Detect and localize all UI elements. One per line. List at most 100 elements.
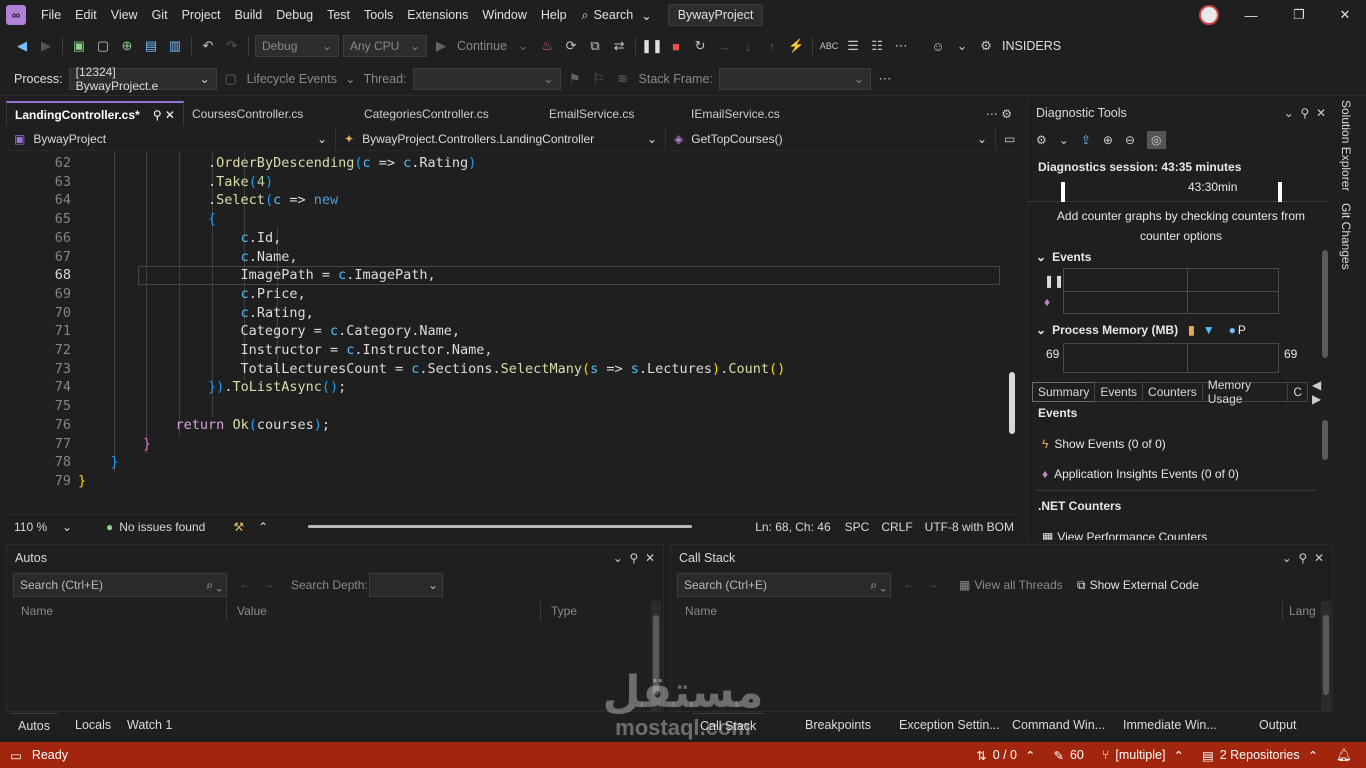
autos-col-type[interactable]: Type (541, 601, 651, 621)
new-project-icon[interactable]: ▣ (68, 35, 90, 57)
member-dropdown[interactable]: ◈ GetTopCourses() ⌄ (666, 127, 996, 150)
issues-indicator[interactable]: ● No issues found (106, 520, 205, 534)
show-external-code-button[interactable]: ⧉ Show External Code (1077, 578, 1199, 593)
menu-extensions[interactable]: Extensions (400, 0, 475, 30)
chevron-up-icon[interactable]: ⌃ (1025, 748, 1035, 763)
more-icon[interactable]: ⋯ (874, 68, 896, 90)
bottom-tab-autos[interactable]: Autos (10, 713, 58, 737)
notifications-icon[interactable]: 🔔︎ (1336, 748, 1352, 763)
gear-icon[interactable]: ⚙ (1036, 133, 1047, 147)
stack-frame-dropdown[interactable]: ⌄ (718, 67, 871, 90)
undo-icon[interactable]: ↶ (197, 35, 219, 57)
search-forward-icon[interactable]: → (263, 577, 275, 591)
scroll-thumb[interactable] (1323, 615, 1329, 695)
forward-icon[interactable]: ▶ (35, 35, 57, 57)
project-name-badge[interactable]: BywayProject (667, 4, 764, 26)
copilot-icon[interactable]: ☺ (927, 35, 949, 57)
whitespace-mode[interactable]: SPC (839, 520, 876, 534)
play-icon[interactable]: ▶ (430, 35, 452, 57)
search-menu[interactable]: ⌕ Search ⌄ (574, 8, 660, 23)
restart-icon[interactable]: ↻ (689, 35, 711, 57)
scroll-thumb[interactable] (653, 615, 659, 695)
menu-test[interactable]: Test (320, 0, 357, 30)
redo-icon[interactable]: ↷ (221, 35, 243, 57)
refresh-icon[interactable]: ⟳ (560, 35, 582, 57)
add-item-icon[interactable]: ⊕ (116, 35, 138, 57)
menu-help[interactable]: Help (534, 0, 574, 30)
new-file-icon[interactable]: ▢ (92, 35, 114, 57)
bottom-tab-output[interactable]: Output (1251, 713, 1305, 737)
repositories-count[interactable]: 2 Repositories (1220, 748, 1300, 762)
tab-iemail-service[interactable]: IEmailService.cs (683, 101, 823, 126)
bottom-tab-exception-settings[interactable]: Exception Settin... (891, 713, 1008, 737)
panel-controls-icon[interactable]: ⌄ ⚲ ✕ (613, 551, 655, 565)
broom-icon[interactable]: ⚒ (233, 520, 244, 534)
show-threads-icon[interactable]: ≋ (612, 68, 634, 90)
call-stack-col-name[interactable]: Name (675, 601, 1283, 621)
search-forward-icon[interactable]: → (927, 577, 939, 591)
bottom-tab-immediate-window[interactable]: Immediate Win... (1115, 713, 1225, 737)
flag-icon[interactable]: ⚑ (564, 68, 586, 90)
app-insights-link[interactable]: ♦ Application Insights Events (0 of 0) (1042, 467, 1239, 481)
menu-file[interactable]: File (34, 0, 68, 30)
chevron-up-icon[interactable]: ⌃ (1308, 748, 1318, 763)
lifecycle-icon[interactable]: ▢ (220, 68, 242, 90)
subtab-counters[interactable]: Counters (1142, 382, 1202, 402)
scroll-thumb[interactable] (1322, 250, 1328, 358)
comment-icon[interactable]: ☰ (842, 35, 864, 57)
call-stack-scrollbar[interactable] (1321, 601, 1331, 711)
bottom-tab-call-stack[interactable]: Call Stack (692, 713, 765, 737)
chevron-up-icon[interactable]: ⌃ (258, 520, 268, 534)
close-window-button[interactable]: ✕ (1322, 0, 1366, 30)
subtab-summary[interactable]: Summary (1032, 382, 1095, 402)
platform-dropdown[interactable]: Any CPU ⌄ (343, 35, 427, 57)
menu-debug[interactable]: Debug (269, 0, 320, 30)
tab-landing-controller[interactable]: LandingController.cs* ⚲ ✕ (6, 101, 184, 126)
chevron-up-icon[interactable]: ⌃ (1173, 748, 1183, 763)
timeline-ruler[interactable]: 43:30min (1028, 180, 1328, 202)
memory-section-header[interactable]: ⌄ Process Memory (MB) ▮ ▼ ● P (1036, 323, 1246, 337)
menu-tools[interactable]: Tools (357, 0, 400, 30)
subtab-memory-usage[interactable]: Memory Usage (1201, 378, 1288, 406)
pause-icon[interactable]: ❚❚ (641, 35, 663, 57)
timeline-marker-start[interactable] (1061, 182, 1065, 202)
branch-name[interactable]: [multiple] (1115, 748, 1165, 762)
account-avatar[interactable] (1199, 5, 1219, 25)
edits-count[interactable]: 60 (1070, 748, 1084, 762)
bottom-tab-watch1[interactable]: Watch 1 (119, 713, 180, 737)
live-share-icon[interactable]: ⇄ (608, 35, 630, 57)
pin-icon[interactable]: ⚲ ✕ (153, 108, 175, 122)
autos-col-value[interactable]: Value (227, 601, 541, 621)
events-section-header[interactable]: ⌄ Events (1036, 250, 1091, 264)
tab-email-service[interactable]: EmailService.cs (541, 101, 683, 126)
thread-dropdown[interactable]: ⌄ (412, 67, 561, 90)
sync-count[interactable]: 0 / 0 (993, 748, 1017, 762)
tab-courses-controller[interactable]: CoursesController.cs (184, 101, 356, 126)
line-ending[interactable]: CRLF (875, 520, 918, 534)
timeline-marker-end[interactable] (1278, 182, 1282, 202)
lifecycle-events-label[interactable]: Lifecycle Events (243, 72, 341, 86)
menu-build[interactable]: Build (227, 0, 269, 30)
show-events-link[interactable]: ϟ Show Events (0 of 0) (1042, 437, 1166, 451)
step-over-icon[interactable]: → (713, 35, 735, 57)
bottom-tab-breakpoints[interactable]: Breakpoints (797, 713, 879, 737)
reset-view-icon[interactable]: ◎ (1147, 131, 1166, 149)
zoom-dropdown[interactable]: 110 % ⌄ (6, 520, 78, 534)
search-back-icon[interactable]: ← (239, 577, 251, 591)
code-editor[interactable]: 62 .OrderByDescending(c => c.Rating) 63 … (6, 152, 1020, 512)
horizontal-scrollbar[interactable] (308, 525, 693, 528)
autos-search-input[interactable]: Search (Ctrl+E) ⌕ ⌄ (13, 573, 227, 597)
zoom-out-icon[interactable]: ⊖ (1125, 133, 1135, 147)
maximize-button[interactable]: ❐ (1276, 0, 1322, 30)
tab-overflow-icon[interactable]: ⋯ ⚙ (978, 101, 1020, 126)
search-back-icon[interactable]: ← (903, 577, 915, 591)
back-icon[interactable]: ◀ (11, 35, 33, 57)
scroll-thumb[interactable] (1009, 372, 1015, 434)
uncomment-icon[interactable]: ☷ (866, 35, 888, 57)
diagnostic-upper-scrollbar[interactable] (1320, 250, 1330, 370)
save-icon[interactable]: ▤ (140, 35, 162, 57)
configuration-dropdown[interactable]: Debug ⌄ (255, 35, 339, 57)
git-changes-side-tab[interactable]: Git Changes (1339, 203, 1353, 270)
chevron-down-icon[interactable]: ⌄ (512, 35, 534, 57)
spell-check-icon[interactable]: ABC (818, 35, 840, 57)
